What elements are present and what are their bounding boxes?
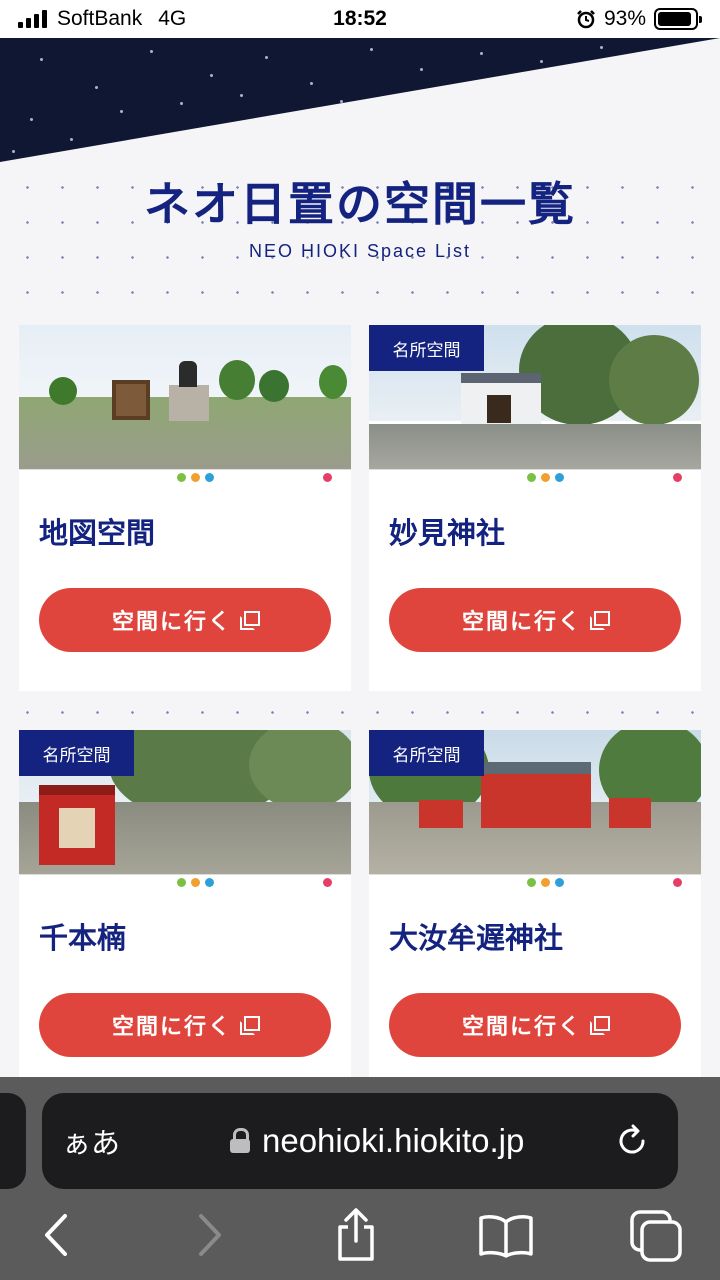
space-title: 大汝牟遅神社 xyxy=(389,921,564,955)
space-title: 妙見神社 xyxy=(389,516,506,550)
page-subtitle: NEO HIOKI Space List xyxy=(248,241,472,261)
space-card: 名所空間 千本楠 空間に行く xyxy=(19,730,351,1077)
carrier-label: SoftBank xyxy=(57,7,143,30)
signal-icon xyxy=(18,10,47,28)
share-icon[interactable] xyxy=(326,1205,386,1265)
go-to-space-button[interactable]: 空間に行く xyxy=(389,588,681,652)
url-display[interactable]: neohioki.hiokito.jp xyxy=(230,1122,524,1160)
address-bar[interactable]: ぁあ neohioki.hiokito.jp xyxy=(42,1093,678,1189)
page-title: ネオ日置の空間一覧 xyxy=(144,177,576,231)
category-badge: 名所空間 xyxy=(369,730,484,776)
go-to-space-label: 空間に行く xyxy=(111,610,232,635)
category-badge: 名所空間 xyxy=(369,325,484,371)
starry-header-banner xyxy=(0,38,720,162)
external-link-icon xyxy=(240,611,260,630)
space-title: 地図空間 xyxy=(39,516,156,550)
space-thumbnail[interactable]: 名所空間 xyxy=(19,730,351,890)
space-thumbnail[interactable]: 名所空間 xyxy=(369,730,701,890)
previous-tab-preview[interactable] xyxy=(0,1093,26,1189)
status-bar: SoftBank 4G 18:52 93% xyxy=(0,0,720,38)
browser-toolbar: ぁあ neohioki.hiokito.jp xyxy=(0,1077,720,1280)
external-link-icon xyxy=(240,1016,260,1035)
status-right: 93% xyxy=(576,7,702,31)
space-title: 千本楠 xyxy=(39,921,127,955)
reload-icon[interactable] xyxy=(614,1123,650,1159)
space-thumbnail[interactable]: 名所空間 xyxy=(369,325,701,485)
alarm-clock-icon xyxy=(577,10,595,29)
bookmarks-icon[interactable] xyxy=(476,1205,536,1265)
battery-icon xyxy=(654,8,702,30)
go-to-space-label: 空間に行く xyxy=(461,1015,582,1040)
space-card: 名所空間 妙見神社 空間に行く xyxy=(369,325,701,691)
space-card: 地図空間 空間に行く xyxy=(19,325,351,691)
go-to-space-button[interactable]: 空間に行く xyxy=(39,588,331,652)
go-to-space-label: 空間に行く xyxy=(461,610,582,635)
lock-icon xyxy=(230,1128,250,1154)
external-link-icon xyxy=(590,1016,610,1035)
tabs-icon[interactable] xyxy=(626,1205,686,1265)
space-card: 名所空間 大汝牟遅神社 空間に行く xyxy=(369,730,701,1077)
text-size-button[interactable]: ぁあ xyxy=(62,1120,120,1162)
category-badge: 名所空間 xyxy=(19,730,134,776)
forward-icon[interactable] xyxy=(180,1205,240,1265)
network-label: 4G xyxy=(158,7,187,30)
go-to-space-button[interactable]: 空間に行く xyxy=(39,993,331,1057)
space-thumbnail[interactable] xyxy=(19,325,351,485)
url-text: neohioki.hiokito.jp xyxy=(262,1122,525,1159)
go-to-space-button[interactable]: 空間に行く xyxy=(389,993,681,1057)
back-icon[interactable] xyxy=(26,1205,86,1265)
external-link-icon xyxy=(590,611,610,630)
status-left: SoftBank 4G xyxy=(18,7,186,31)
battery-percent: 93% xyxy=(603,7,646,30)
bottom-toolbar xyxy=(0,1197,720,1280)
go-to-space-label: 空間に行く xyxy=(111,1015,232,1040)
